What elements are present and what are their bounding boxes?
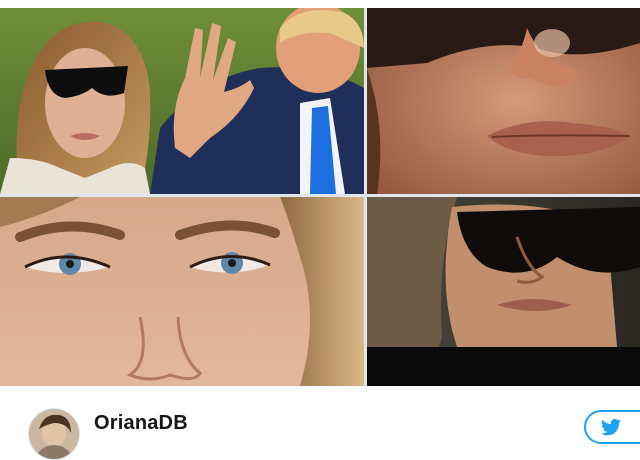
photo-closeup-blue-eyes [0, 197, 364, 386]
twitter-bird-icon [600, 419, 622, 436]
photo-tile-4[interactable] [367, 197, 640, 386]
follow-button[interactable] [584, 410, 640, 444]
photo-tile-1[interactable] [0, 8, 364, 194]
photo-grid [0, 8, 640, 386]
photo-closeup-nose-lips [367, 8, 640, 194]
avatar[interactable] [28, 408, 80, 460]
photo-melania-trump [0, 8, 364, 194]
photo-tile-2[interactable] [367, 8, 640, 194]
tweet-footer: OrianaDB [0, 386, 640, 460]
photo-tile-3[interactable] [0, 197, 364, 386]
photo-closeup-sunglasses-profile [367, 197, 640, 386]
avatar-icon [29, 409, 79, 459]
tweet-username[interactable]: OrianaDB [94, 412, 188, 435]
